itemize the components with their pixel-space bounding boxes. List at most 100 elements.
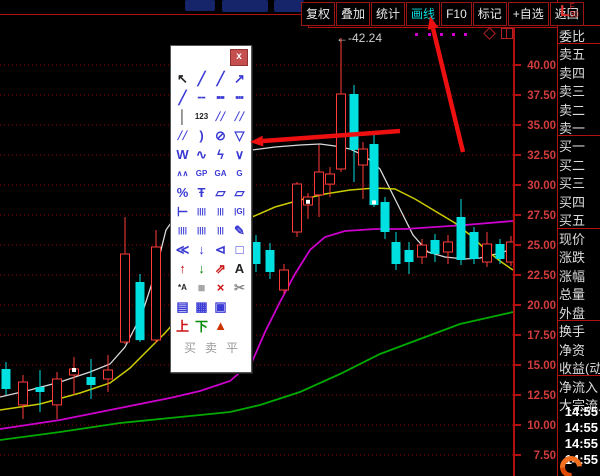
tool-zigzag-icon[interactable]: ∿ [192,145,211,164]
dialog-title-bar[interactable]: x [171,46,251,69]
tool-arrow-down-green-icon[interactable]: ↓ [192,259,211,278]
tool-arrow-line-icon[interactable]: ↗ [230,69,249,88]
tool-trend-zigzag-icon[interactable]: ϟ [211,145,230,164]
tool-empty-cell [230,297,249,316]
svg-text:22.50: 22.50 [527,270,556,282]
tool-grid-bars-1-icon[interactable]: |||| [192,202,211,221]
level-badge: LF 30 [560,3,579,21]
period-dot [428,33,431,36]
sidebar-label-0: 委比 [559,29,586,44]
svg-text:12.50: 12.50 [527,390,556,402]
tool-cycle-bars-3-icon[interactable]: ||| [211,221,230,240]
tool-line-segment-icon[interactable]: ╱ [211,69,230,88]
svg-text:25.00: 25.00 [527,240,556,252]
sidebar-label-7: 买二 [559,158,586,173]
drawing-toolbar-dialog: x ↖ ╱ ╱ ↗ ╱ ╌ ╍ ┅ │ 123 ╱╱ ╱╱ ╱╱) ⊘ ▽ W ∿ ϟ ∨ ∧∧ GP GA G% Ŧ ▱ ▱ ⊢ |… [170,45,252,373]
tool-gp-marker-icon[interactable]: GP [192,164,211,183]
quote-sidebar: 委比 卖五 卖四 卖三 卖二 卖一 买一 买二 买三 买四 买五 现价 涨跌 涨幅 总量 外盘 换手 净资 收益(动… [558,0,600,476]
level-badge-sub: 30 [569,10,579,19]
tool-circle-icon[interactable]: ⊘ [211,126,230,145]
tool-empty-cell [230,316,249,335]
timestamp: 14:55 [564,404,598,419]
svg-text:32.50: 32.50 [527,150,556,162]
tool-dashed-segment-3-icon[interactable]: ┅ [230,88,249,107]
tool-dashed-segment-1-icon[interactable]: ╌ [192,88,211,107]
tool-flag-marker-icon[interactable]: ⊲ [211,240,230,259]
candlestick-chart[interactable]: 40.00 37.50 35.00 32.50 30.00 27.50 25.00 22.50… [0,0,600,476]
toolbar-button-5[interactable]: 标记 [472,2,507,26]
tool-channel-1-icon[interactable]: ▱ [211,183,230,202]
tool-cycle-bars-1-icon[interactable]: |||| [173,221,192,240]
tool-pencil-icon[interactable]: ✎ [230,221,249,240]
sidebar-section-divider [558,43,600,44]
tool-text-note-icon[interactable]: *A [173,278,192,297]
tool-parallel-lines-3-icon[interactable]: ╱╱ [173,126,192,145]
toolbar-button-1[interactable]: 叠加 [336,2,371,26]
tool-delete-tool-icon[interactable]: × [211,278,230,297]
tool-grid-bars-2-icon[interactable]: ||| [211,202,230,221]
tool-dashed-segment-2-icon[interactable]: ╍ [211,88,230,107]
tool-cut-tool-icon[interactable]: ✂ [230,278,249,297]
sidebar-label-1: 卖五 [559,47,586,62]
tool-flat-marker[interactable]: 平 [226,339,238,356]
tool-percent-lines-icon[interactable]: % [173,183,192,202]
tool-trend-line-icon[interactable]: ╱ [192,69,211,88]
tool-signal-marker-icon[interactable]: ▲ [211,316,230,335]
tool-mark-down-icon[interactable]: 下 [192,316,211,335]
tool-g-marker-icon[interactable]: G [230,164,249,183]
timestamp: 14:55 [564,436,598,451]
tool-window-tool-icon[interactable]: ▦ [192,297,211,316]
tool-wave-v-icon[interactable]: ∨ [230,145,249,164]
svg-text:20.00: 20.00 [527,300,556,312]
tool-vertical-line-icon[interactable]: │ [173,107,192,126]
split-window-icon[interactable] [501,28,513,39]
tool-filled-rect-icon[interactable]: ■ [192,278,211,297]
tool-ray-line-icon[interactable]: ╱ [173,88,192,107]
main-toolbar: 复权 叠加 统计 画线 F10 标记 +自选 返回 [301,2,585,26]
tool-pointer-icon[interactable]: ↖ [173,69,192,88]
tool-arrow-up-red-icon[interactable]: ↑ [173,259,192,278]
toolbar-button-0[interactable]: 复权 [301,2,336,26]
tool-ga-marker-icon[interactable]: GA [211,164,230,183]
sidebar-label-15: 外盘 [559,306,586,321]
tool-parallel-lines-2-icon[interactable]: ╱╱ [230,107,249,126]
tool-text-label-icon[interactable]: A [230,259,249,278]
tool-cycle-shield-icon[interactable]: ▽ [230,126,249,145]
tool-gann-fan-icon[interactable]: ≪ [173,240,192,259]
sidebar-label-2: 卖四 [559,66,586,81]
tool-arc-icon[interactable]: ) [192,126,211,145]
tool-sell-marker[interactable]: 卖 [205,339,217,356]
toolbar-button-3[interactable]: 画线 [406,2,441,26]
tool-wave-w-icon[interactable]: W [173,145,192,164]
sidebar-label-4: 卖二 [559,103,586,118]
toolbar-button-4[interactable]: F10 [441,2,472,26]
tool-rectangle-icon[interactable]: □ [230,240,249,259]
sidebar-label-14: 总量 [559,287,586,302]
tool-channel-2-icon[interactable]: ▱ [230,183,249,202]
tool-buy-marker[interactable]: 买 [184,339,196,356]
tool-measure-123-icon[interactable]: 123 [192,107,211,126]
tool-cycle-bars-2-icon[interactable]: |||| [192,221,211,240]
tool-peak-lines-icon[interactable]: ∧∧ [173,164,192,183]
high-price-annotation: ←-42.24 [336,31,383,45]
svg-text:27.50: 27.50 [527,210,556,222]
toolbar-button-6[interactable]: +自选 [507,2,549,26]
tool-image-tool-icon[interactable]: ▣ [211,297,230,316]
timestamp: 14:55 [564,420,598,435]
sidebar-label-10: 买五 [559,213,586,228]
tool-price-ruler-icon[interactable]: ⊢ [173,202,192,221]
toolbar-button-2[interactable]: 统计 [371,2,406,26]
sidebar-label-17: 净资 [559,343,586,358]
tool-grid-bars-g-icon[interactable]: |G| [230,202,249,221]
sidebar-section-divider [558,135,600,136]
tool-brush-arrow-icon[interactable]: ⇗ [211,259,230,278]
tool-doc-list-icon[interactable]: ▤ [173,297,192,316]
sidebar-label-3: 卖三 [559,84,586,99]
tool-time-ruler-icon[interactable]: Ŧ [192,183,211,202]
tool-parallel-lines-1-icon[interactable]: ╱╱ [211,107,230,126]
svg-text:15.00: 15.00 [527,360,556,372]
tool-down-arrow-icon[interactable]: ↓ [192,240,211,259]
close-icon[interactable]: x [230,49,248,66]
tool-mark-up-icon[interactable]: 上 [173,316,192,335]
period-dot [452,33,455,36]
